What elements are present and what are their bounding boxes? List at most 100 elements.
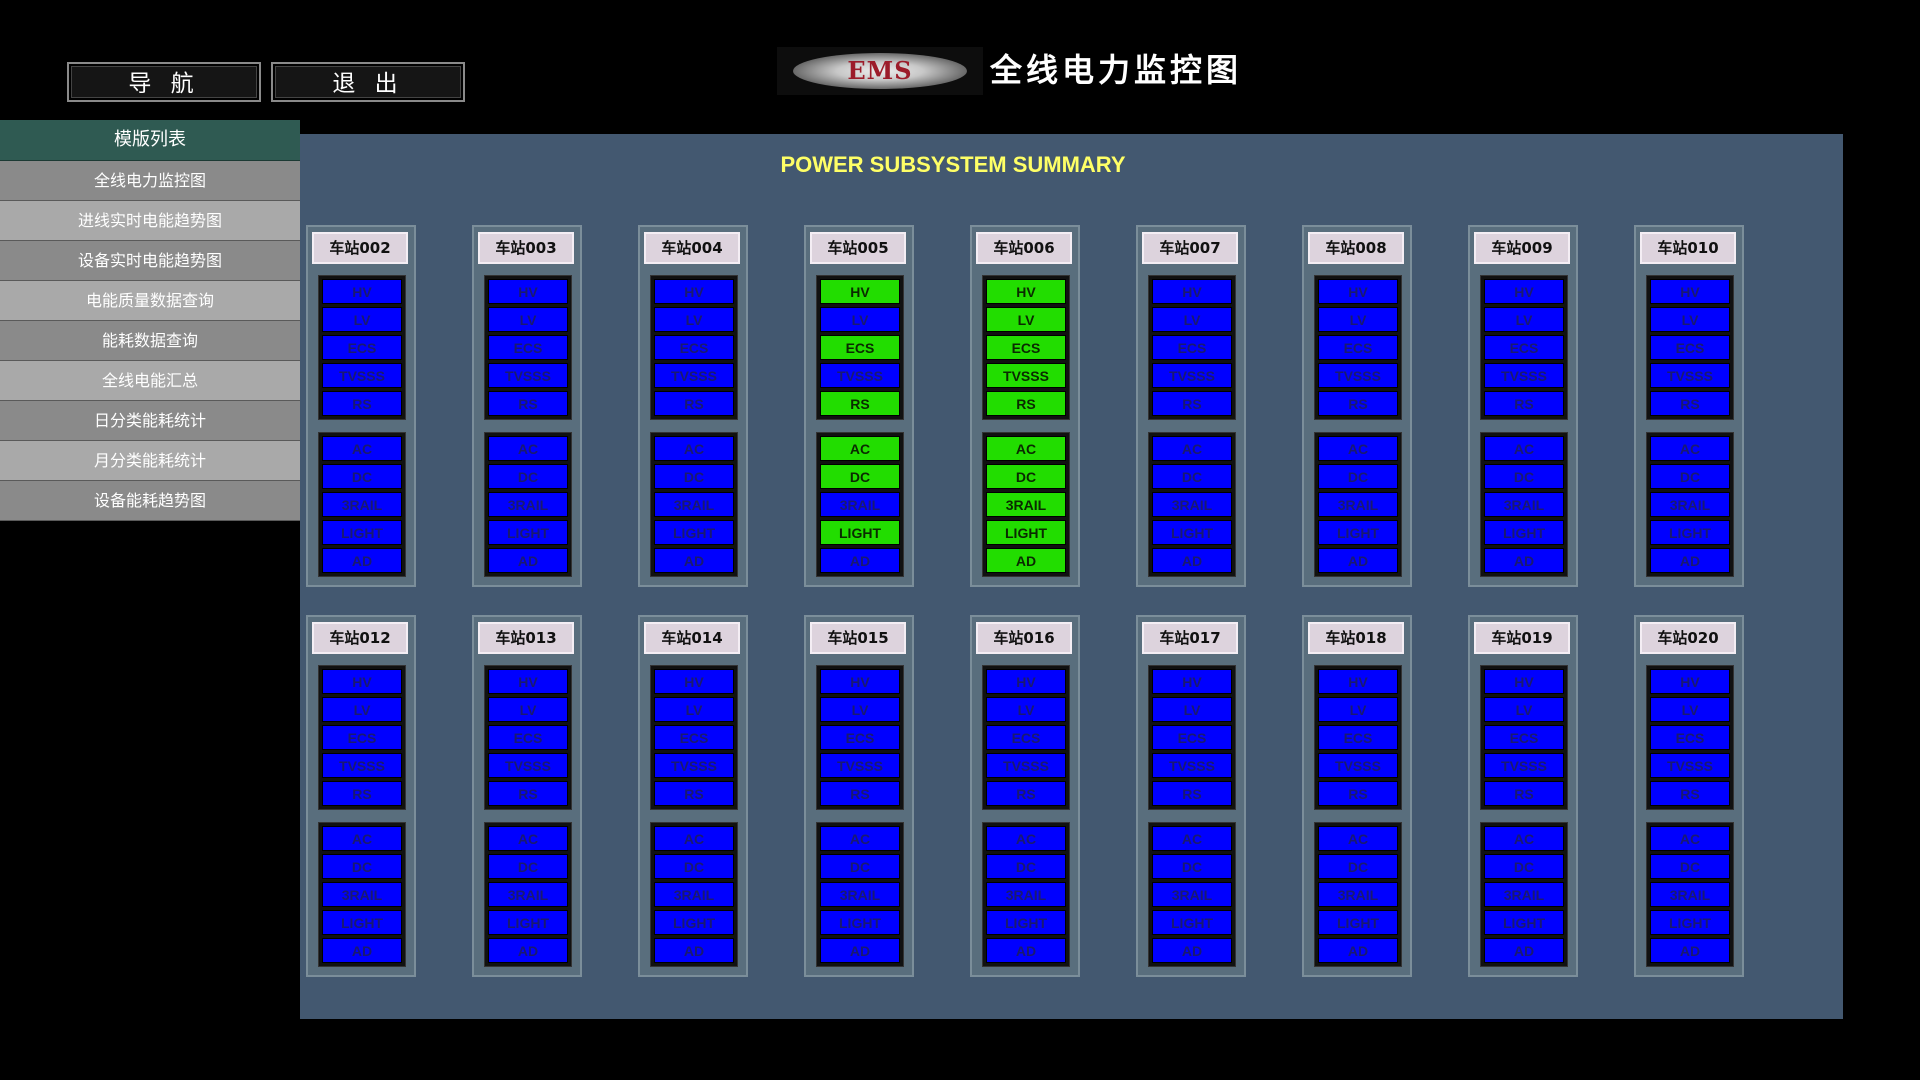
status-indicator-ad[interactable]: AD [488,548,568,573]
status-indicator-dc[interactable]: DC [986,854,1066,879]
status-indicator-3rail[interactable]: 3RAIL [986,882,1066,907]
status-indicator-tvsss[interactable]: TVSSS [654,363,734,388]
status-indicator-light[interactable]: LIGHT [1650,910,1730,935]
status-indicator-dc[interactable]: DC [1318,854,1398,879]
status-indicator-rs[interactable]: RS [1484,391,1564,416]
status-indicator-3rail[interactable]: 3RAIL [1152,492,1232,517]
status-indicator-ac[interactable]: AC [488,436,568,461]
status-indicator-dc[interactable]: DC [1650,854,1730,879]
status-indicator-ecs[interactable]: ECS [1484,335,1564,360]
status-indicator-lv[interactable]: LV [654,307,734,332]
status-indicator-lv[interactable]: LV [1318,307,1398,332]
status-indicator-lv[interactable]: LV [1484,307,1564,332]
status-indicator-ecs[interactable]: ECS [1152,725,1232,750]
sidebar-item[interactable]: 月分类能耗统计 [0,441,300,481]
status-indicator-hv[interactable]: HV [820,279,900,304]
status-indicator-ac[interactable]: AC [820,436,900,461]
status-indicator-tvsss[interactable]: TVSSS [1152,753,1232,778]
status-indicator-rs[interactable]: RS [1152,781,1232,806]
status-indicator-light[interactable]: LIGHT [1650,520,1730,545]
status-indicator-rs[interactable]: RS [986,781,1066,806]
status-indicator-lv[interactable]: LV [820,697,900,722]
status-indicator-light[interactable]: LIGHT [654,910,734,935]
status-indicator-ac[interactable]: AC [1152,436,1232,461]
status-indicator-3rail[interactable]: 3RAIL [1484,882,1564,907]
status-indicator-hv[interactable]: HV [820,669,900,694]
status-indicator-3rail[interactable]: 3RAIL [654,492,734,517]
station-label[interactable]: 车站012 [312,622,408,654]
status-indicator-ad[interactable]: AD [986,938,1066,963]
station-label[interactable]: 车站007 [1142,232,1238,264]
status-indicator-light[interactable]: LIGHT [986,910,1066,935]
status-indicator-light[interactable]: LIGHT [1318,910,1398,935]
station-label[interactable]: 车站020 [1640,622,1736,654]
status-indicator-light[interactable]: LIGHT [488,520,568,545]
status-indicator-lv[interactable]: LV [1152,697,1232,722]
status-indicator-ad[interactable]: AD [1484,938,1564,963]
status-indicator-rs[interactable]: RS [986,391,1066,416]
station-label[interactable]: 车站019 [1474,622,1570,654]
status-indicator-light[interactable]: LIGHT [488,910,568,935]
status-indicator-hv[interactable]: HV [654,279,734,304]
status-indicator-ecs[interactable]: ECS [986,725,1066,750]
status-indicator-light[interactable]: LIGHT [322,910,402,935]
status-indicator-rs[interactable]: RS [654,781,734,806]
status-indicator-ac[interactable]: AC [986,826,1066,851]
status-indicator-dc[interactable]: DC [322,854,402,879]
status-indicator-ad[interactable]: AD [654,548,734,573]
status-indicator-3rail[interactable]: 3RAIL [986,492,1066,517]
station-label[interactable]: 车站017 [1142,622,1238,654]
status-indicator-lv[interactable]: LV [322,307,402,332]
status-indicator-ac[interactable]: AC [322,826,402,851]
status-indicator-ecs[interactable]: ECS [1152,335,1232,360]
status-indicator-hv[interactable]: HV [986,279,1066,304]
status-indicator-dc[interactable]: DC [1650,464,1730,489]
status-indicator-ac[interactable]: AC [1318,436,1398,461]
status-indicator-tvsss[interactable]: TVSSS [488,363,568,388]
status-indicator-hv[interactable]: HV [1318,669,1398,694]
status-indicator-rs[interactable]: RS [654,391,734,416]
status-indicator-rs[interactable]: RS [1318,391,1398,416]
station-label[interactable]: 车站008 [1308,232,1404,264]
status-indicator-light[interactable]: LIGHT [654,520,734,545]
status-indicator-ecs[interactable]: ECS [820,335,900,360]
status-indicator-light[interactable]: LIGHT [1152,520,1232,545]
sidebar-item[interactable]: 日分类能耗统计 [0,401,300,441]
status-indicator-3rail[interactable]: 3RAIL [820,882,900,907]
status-indicator-rs[interactable]: RS [488,781,568,806]
status-indicator-ac[interactable]: AC [322,436,402,461]
station-label[interactable]: 车站018 [1308,622,1404,654]
status-indicator-ad[interactable]: AD [820,548,900,573]
status-indicator-ecs[interactable]: ECS [1484,725,1564,750]
status-indicator-ac[interactable]: AC [1152,826,1232,851]
sidebar-item[interactable]: 设备实时电能趋势图 [0,241,300,281]
status-indicator-hv[interactable]: HV [1152,279,1232,304]
status-indicator-tvsss[interactable]: TVSSS [1484,753,1564,778]
sidebar-item[interactable]: 全线电能汇总 [0,361,300,401]
status-indicator-3rail[interactable]: 3RAIL [322,492,402,517]
status-indicator-ac[interactable]: AC [654,436,734,461]
status-indicator-ac[interactable]: AC [820,826,900,851]
status-indicator-tvsss[interactable]: TVSSS [488,753,568,778]
status-indicator-dc[interactable]: DC [488,854,568,879]
status-indicator-ecs[interactable]: ECS [1318,335,1398,360]
status-indicator-tvsss[interactable]: TVSSS [322,363,402,388]
status-indicator-3rail[interactable]: 3RAIL [654,882,734,907]
status-indicator-tvsss[interactable]: TVSSS [986,753,1066,778]
status-indicator-light[interactable]: LIGHT [986,520,1066,545]
status-indicator-rs[interactable]: RS [1650,391,1730,416]
status-indicator-hv[interactable]: HV [488,669,568,694]
status-indicator-lv[interactable]: LV [1650,307,1730,332]
status-indicator-tvsss[interactable]: TVSSS [986,363,1066,388]
status-indicator-ad[interactable]: AD [654,938,734,963]
status-indicator-rs[interactable]: RS [322,781,402,806]
status-indicator-hv[interactable]: HV [1484,669,1564,694]
status-indicator-dc[interactable]: DC [1484,464,1564,489]
status-indicator-rs[interactable]: RS [1484,781,1564,806]
status-indicator-hv[interactable]: HV [1650,279,1730,304]
status-indicator-ad[interactable]: AD [1650,548,1730,573]
status-indicator-tvsss[interactable]: TVSSS [820,753,900,778]
status-indicator-lv[interactable]: LV [820,307,900,332]
status-indicator-dc[interactable]: DC [322,464,402,489]
status-indicator-rs[interactable]: RS [488,391,568,416]
